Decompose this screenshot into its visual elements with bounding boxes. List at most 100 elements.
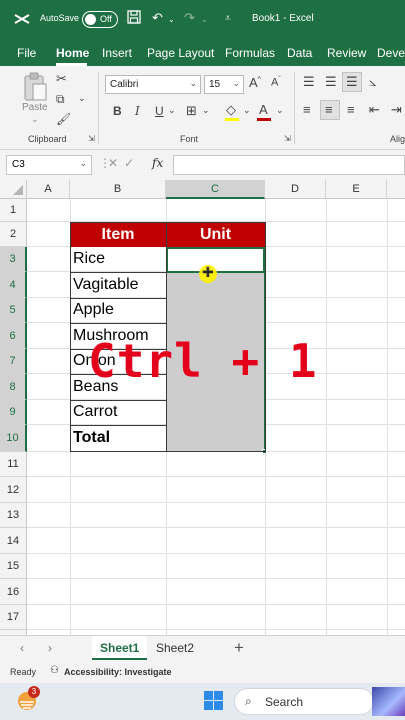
row-header[interactable]: 3 (0, 247, 27, 272)
tab-page-layout[interactable]: Page Layout (147, 46, 214, 60)
paste-dropdown-icon[interactable]: ⌄ (31, 114, 39, 125)
table-cell-item[interactable]: Rice (70, 250, 105, 268)
column-header-b[interactable]: B (70, 180, 166, 199)
row-header[interactable]: 14 (0, 528, 27, 554)
row-header[interactable]: 10 (0, 425, 27, 452)
name-box[interactable]: C3 ⌄ (6, 155, 92, 175)
align-center-button[interactable]: ≡ (320, 100, 340, 120)
borders-icon[interactable]: ⊞ (186, 103, 197, 119)
italic-icon[interactable]: I (135, 104, 140, 118)
gridline (326, 199, 327, 635)
select-all-corner[interactable] (0, 180, 27, 199)
customize-toolbar-icon[interactable]: ⩡ (225, 13, 231, 24)
tab-home[interactable]: Home (56, 46, 89, 60)
column-header-f[interactable] (387, 180, 405, 199)
row-header[interactable]: 8 (0, 374, 27, 400)
sheet-tab-bar: ‹ › Sheet1 Sheet2 + (0, 635, 405, 661)
save-icon[interactable] (127, 10, 141, 24)
row-header[interactable]: 6 (0, 323, 27, 349)
align-middle-icon[interactable]: ☰ (325, 74, 337, 90)
copy-icon[interactable]: ⧉ (56, 92, 65, 107)
row-header[interactable]: 15 (0, 554, 27, 579)
table-cell-total[interactable]: Total (70, 429, 110, 447)
column-header-e[interactable]: E (326, 180, 387, 199)
align-top-icon[interactable]: ☰ (303, 74, 315, 90)
worksheet-grid[interactable]: A B C D E 1 2 3 4 5 6 7 8 9 10 11 12 13 … (0, 180, 405, 635)
tab-file[interactable]: File (17, 46, 36, 60)
status-ready: Ready (10, 667, 37, 677)
font-size-dropdown[interactable]: 15 ⌄ (204, 75, 244, 94)
table-header-item[interactable]: Item (70, 222, 166, 247)
table-cell-item[interactable]: Carrot (70, 403, 117, 421)
row-header[interactable]: 2 (0, 222, 27, 247)
cross-cursor-icon: ✚ (202, 264, 214, 280)
column-header-a[interactable]: A (27, 180, 70, 199)
paste-icon[interactable] (22, 72, 48, 102)
redo-dropdown-icon[interactable]: ⌄ (201, 15, 208, 24)
shortcut-overlay-text: Ctrl + 1 (88, 334, 318, 388)
row-header[interactable]: 12 (0, 477, 27, 503)
insert-function-icon[interactable]: fx (152, 156, 163, 170)
row-header[interactable]: 11 (0, 452, 27, 477)
decrease-font-size-icon[interactable]: Aˇ (271, 76, 281, 89)
row-header[interactable]: 9 (0, 400, 27, 425)
paste-label[interactable]: Paste (22, 102, 48, 113)
gridline (387, 199, 388, 635)
clipboard-launcher-icon[interactable]: ⇲ (88, 134, 95, 143)
table-cell-item[interactable]: Apple (70, 301, 114, 319)
row-header[interactable]: 4 (0, 272, 27, 298)
sheet-tab-sheet2[interactable]: Sheet2 (148, 636, 202, 660)
font-color-icon[interactable]: A (259, 102, 268, 117)
column-header-c[interactable]: C (166, 180, 265, 199)
align-left-icon[interactable]: ≡ (303, 102, 311, 117)
redo-icon[interactable]: ↷ (184, 10, 195, 26)
taskbar-search-box[interactable]: ⌕ Search (234, 688, 374, 715)
copy-dropdown-icon[interactable]: ⌄ (78, 93, 86, 104)
row-header[interactable]: 16 (0, 579, 27, 605)
undo-icon[interactable]: ↶ (152, 10, 163, 26)
font-color-dropdown-icon[interactable]: ⌄ (276, 105, 284, 116)
tab-insert[interactable]: Insert (102, 46, 132, 60)
row-header[interactable]: 7 (0, 349, 27, 374)
undo-dropdown-icon[interactable]: ⌄ (168, 15, 175, 24)
status-bar: Ready ⚇ Accessibility: Investigate (0, 661, 405, 683)
row-header[interactable]: 5 (0, 298, 27, 323)
tab-review[interactable]: Review (327, 46, 366, 60)
previous-sheet-icon[interactable]: ‹ (20, 641, 24, 655)
underline-icon[interactable]: U (155, 104, 164, 118)
row-header[interactable]: 1 (0, 199, 27, 222)
search-highlight-image[interactable] (372, 687, 405, 716)
fill-handle[interactable] (262, 449, 267, 454)
windows-start-icon[interactable] (204, 691, 223, 710)
accessibility-status[interactable]: Accessibility: Investigate (64, 667, 172, 677)
formula-input[interactable] (173, 155, 405, 175)
font-launcher-icon[interactable]: ⇲ (284, 134, 291, 143)
fill-color-icon[interactable]: ◇ (226, 102, 236, 118)
row-header[interactable]: 17 (0, 605, 27, 630)
column-header-d[interactable]: D (265, 180, 326, 199)
decrease-indent-icon[interactable]: ⇤ (369, 102, 380, 118)
format-painter-icon[interactable]: 🖌 (56, 112, 71, 126)
accessibility-icon[interactable]: ⚇ (50, 665, 59, 676)
tab-developer[interactable]: Deve (377, 46, 405, 60)
fill-color-dropdown-icon[interactable]: ⌄ (243, 105, 251, 116)
increase-indent-icon[interactable]: ⇥ (391, 102, 402, 118)
table-header-unit[interactable]: Unit (166, 222, 265, 247)
row-header[interactable]: 13 (0, 503, 27, 528)
increase-font-size-icon[interactable]: A^ (249, 75, 261, 90)
tab-formulas[interactable]: Formulas (225, 46, 275, 60)
sheet-tab-sheet1[interactable]: Sheet1 (92, 636, 148, 660)
autosave-toggle[interactable]: Off (82, 11, 118, 28)
tab-data[interactable]: Data (287, 46, 312, 60)
font-name-dropdown[interactable]: Calibri ⌄ (105, 75, 201, 94)
align-bottom-button[interactable]: ☰ (342, 72, 362, 92)
cut-icon[interactable]: ✂ (56, 71, 67, 87)
bold-icon[interactable]: B (113, 104, 122, 118)
table-cell-item[interactable]: Vagitable (70, 276, 139, 294)
add-sheet-icon[interactable]: + (234, 638, 244, 658)
orientation-icon[interactable]: ⦣ (369, 74, 376, 90)
underline-dropdown-icon[interactable]: ⌄ (168, 105, 176, 116)
next-sheet-icon[interactable]: › (48, 641, 52, 655)
borders-dropdown-icon[interactable]: ⌄ (202, 105, 210, 116)
align-right-icon[interactable]: ≡ (347, 102, 355, 117)
